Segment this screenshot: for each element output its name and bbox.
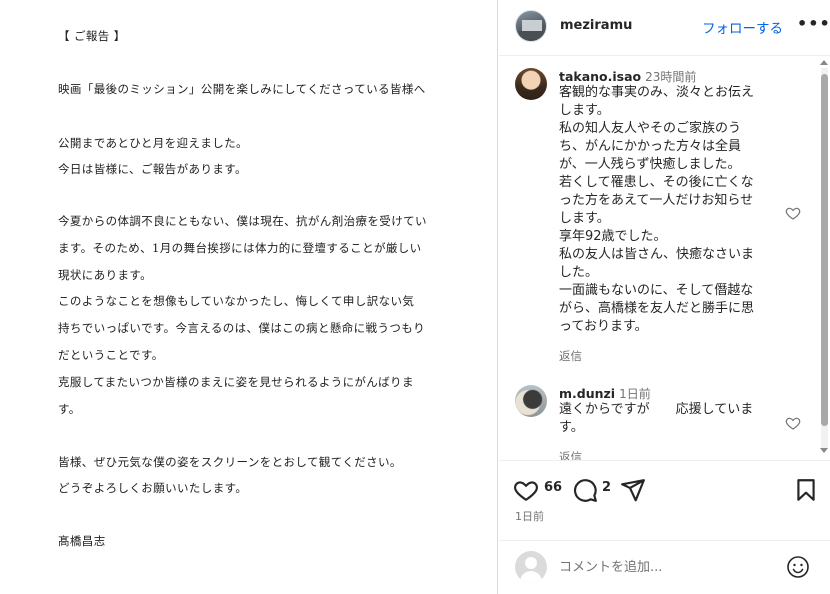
save-bookmark-icon[interactable] <box>793 477 819 503</box>
post-header: meziramu フォローする ••• <box>499 0 830 56</box>
comments-list: takano.isao 23時間前 客観的な事実のみ、淡々とお伝え します。 私の… <box>499 57 830 460</box>
scroll-thumb[interactable] <box>821 74 828 426</box>
post-image: 【 ご報告 】 映画「最後のミッション」公開を楽しみにしてくださっている皆様へ … <box>0 0 498 594</box>
comment-input[interactable] <box>559 557 779 577</box>
letter-line: 今日は皆様に、ご報告があります。 <box>58 162 247 176</box>
comment-header: takano.isao 23時間前 <box>559 68 696 85</box>
commenter-username[interactable]: takano.isao <box>559 69 641 84</box>
scroll-up-arrow-icon[interactable] <box>820 60 828 65</box>
reply-button[interactable]: 返信 <box>559 348 582 364</box>
author-avatar[interactable] <box>515 10 547 42</box>
comment-text: 遠くからですが 応援していま す。 <box>559 402 754 435</box>
letter-line: 公開まであとひと月を迎えました。 <box>58 136 248 150</box>
comments-count[interactable]: 2 <box>602 480 611 495</box>
letter-line: 現状にあります。 <box>58 268 153 282</box>
likes-count[interactable]: 66 <box>544 480 562 495</box>
share-paper-plane-icon[interactable] <box>620 477 646 503</box>
comment-header: m.dunzi 1日前 <box>559 385 651 402</box>
letter-line: 克服してまたいつか皆様のまえに姿を見せられるようにがんばりま <box>58 375 414 389</box>
letter-line: 【 ご報告 】 <box>58 29 126 43</box>
comment-bubble-icon[interactable] <box>572 477 598 503</box>
letter-line: 皆様、ぜひ元気な僕の姿をスクリーンをとおして観てください。 <box>58 455 402 469</box>
commenter-avatar[interactable] <box>515 68 547 100</box>
comment-time: 23時間前 <box>645 70 697 84</box>
letter-line: 今夏からの体調不良にともない、僕は現在、抗がん剤治療を受けてい <box>58 214 427 228</box>
letter-line: す。 <box>58 402 81 416</box>
current-user-avatar <box>515 551 547 583</box>
commenter-username[interactable]: m.dunzi <box>559 386 615 401</box>
comment-text: 客観的な事実のみ、淡々とお伝え します。 私の知人友人やそのご家族のう ち、がん… <box>559 85 755 334</box>
comments-scrollbar[interactable] <box>818 58 830 458</box>
reply-button[interactable]: 返信 <box>559 449 582 460</box>
comment-like-heart-icon[interactable] <box>785 415 801 431</box>
author-username[interactable]: meziramu <box>560 18 632 33</box>
follow-button[interactable]: フォローする <box>702 17 783 37</box>
post-actions: 66 2 1日前 <box>499 460 830 540</box>
comment-item: m.dunzi 1日前 遠くからですが 応援していま す。 返信 <box>515 385 805 460</box>
scroll-down-arrow-icon[interactable] <box>820 448 828 453</box>
letter-signature: 髙橋昌志 <box>58 534 106 548</box>
letter-line: だということです。 <box>58 348 164 362</box>
emoji-smiley-icon[interactable] <box>786 555 810 579</box>
add-comment-bar <box>499 540 830 594</box>
comment-item: takano.isao 23時間前 客観的な事実のみ、淡々とお伝え します。 私の… <box>515 68 805 368</box>
letter-line: 持ちでいっぱいです。今言えるのは、僕はこの病と懸命に戦うつもり <box>58 321 426 335</box>
letter-line: 映画「最後のミッション」公開を楽しみにしてくださっている皆様へ <box>58 82 426 96</box>
letter-line: ます。そのため、1月の舞台挨拶には体力的に登壇することが厳しい <box>58 241 422 255</box>
letter-line: このようなことを想像もしていなかったし、悔しくて申し訳ない気 <box>58 294 415 308</box>
post-side-panel: meziramu フォローする ••• takano.isao 23時間前 客観的… <box>499 0 830 594</box>
comment-like-heart-icon[interactable] <box>785 205 801 221</box>
comment-time: 1日前 <box>619 387 651 401</box>
like-heart-icon[interactable] <box>513 477 539 503</box>
letter-line: どうぞよろしくお願いいたします。 <box>58 481 248 495</box>
more-options-button[interactable]: ••• <box>797 14 830 33</box>
post-date: 1日前 <box>515 510 544 523</box>
commenter-avatar[interactable] <box>515 385 547 417</box>
